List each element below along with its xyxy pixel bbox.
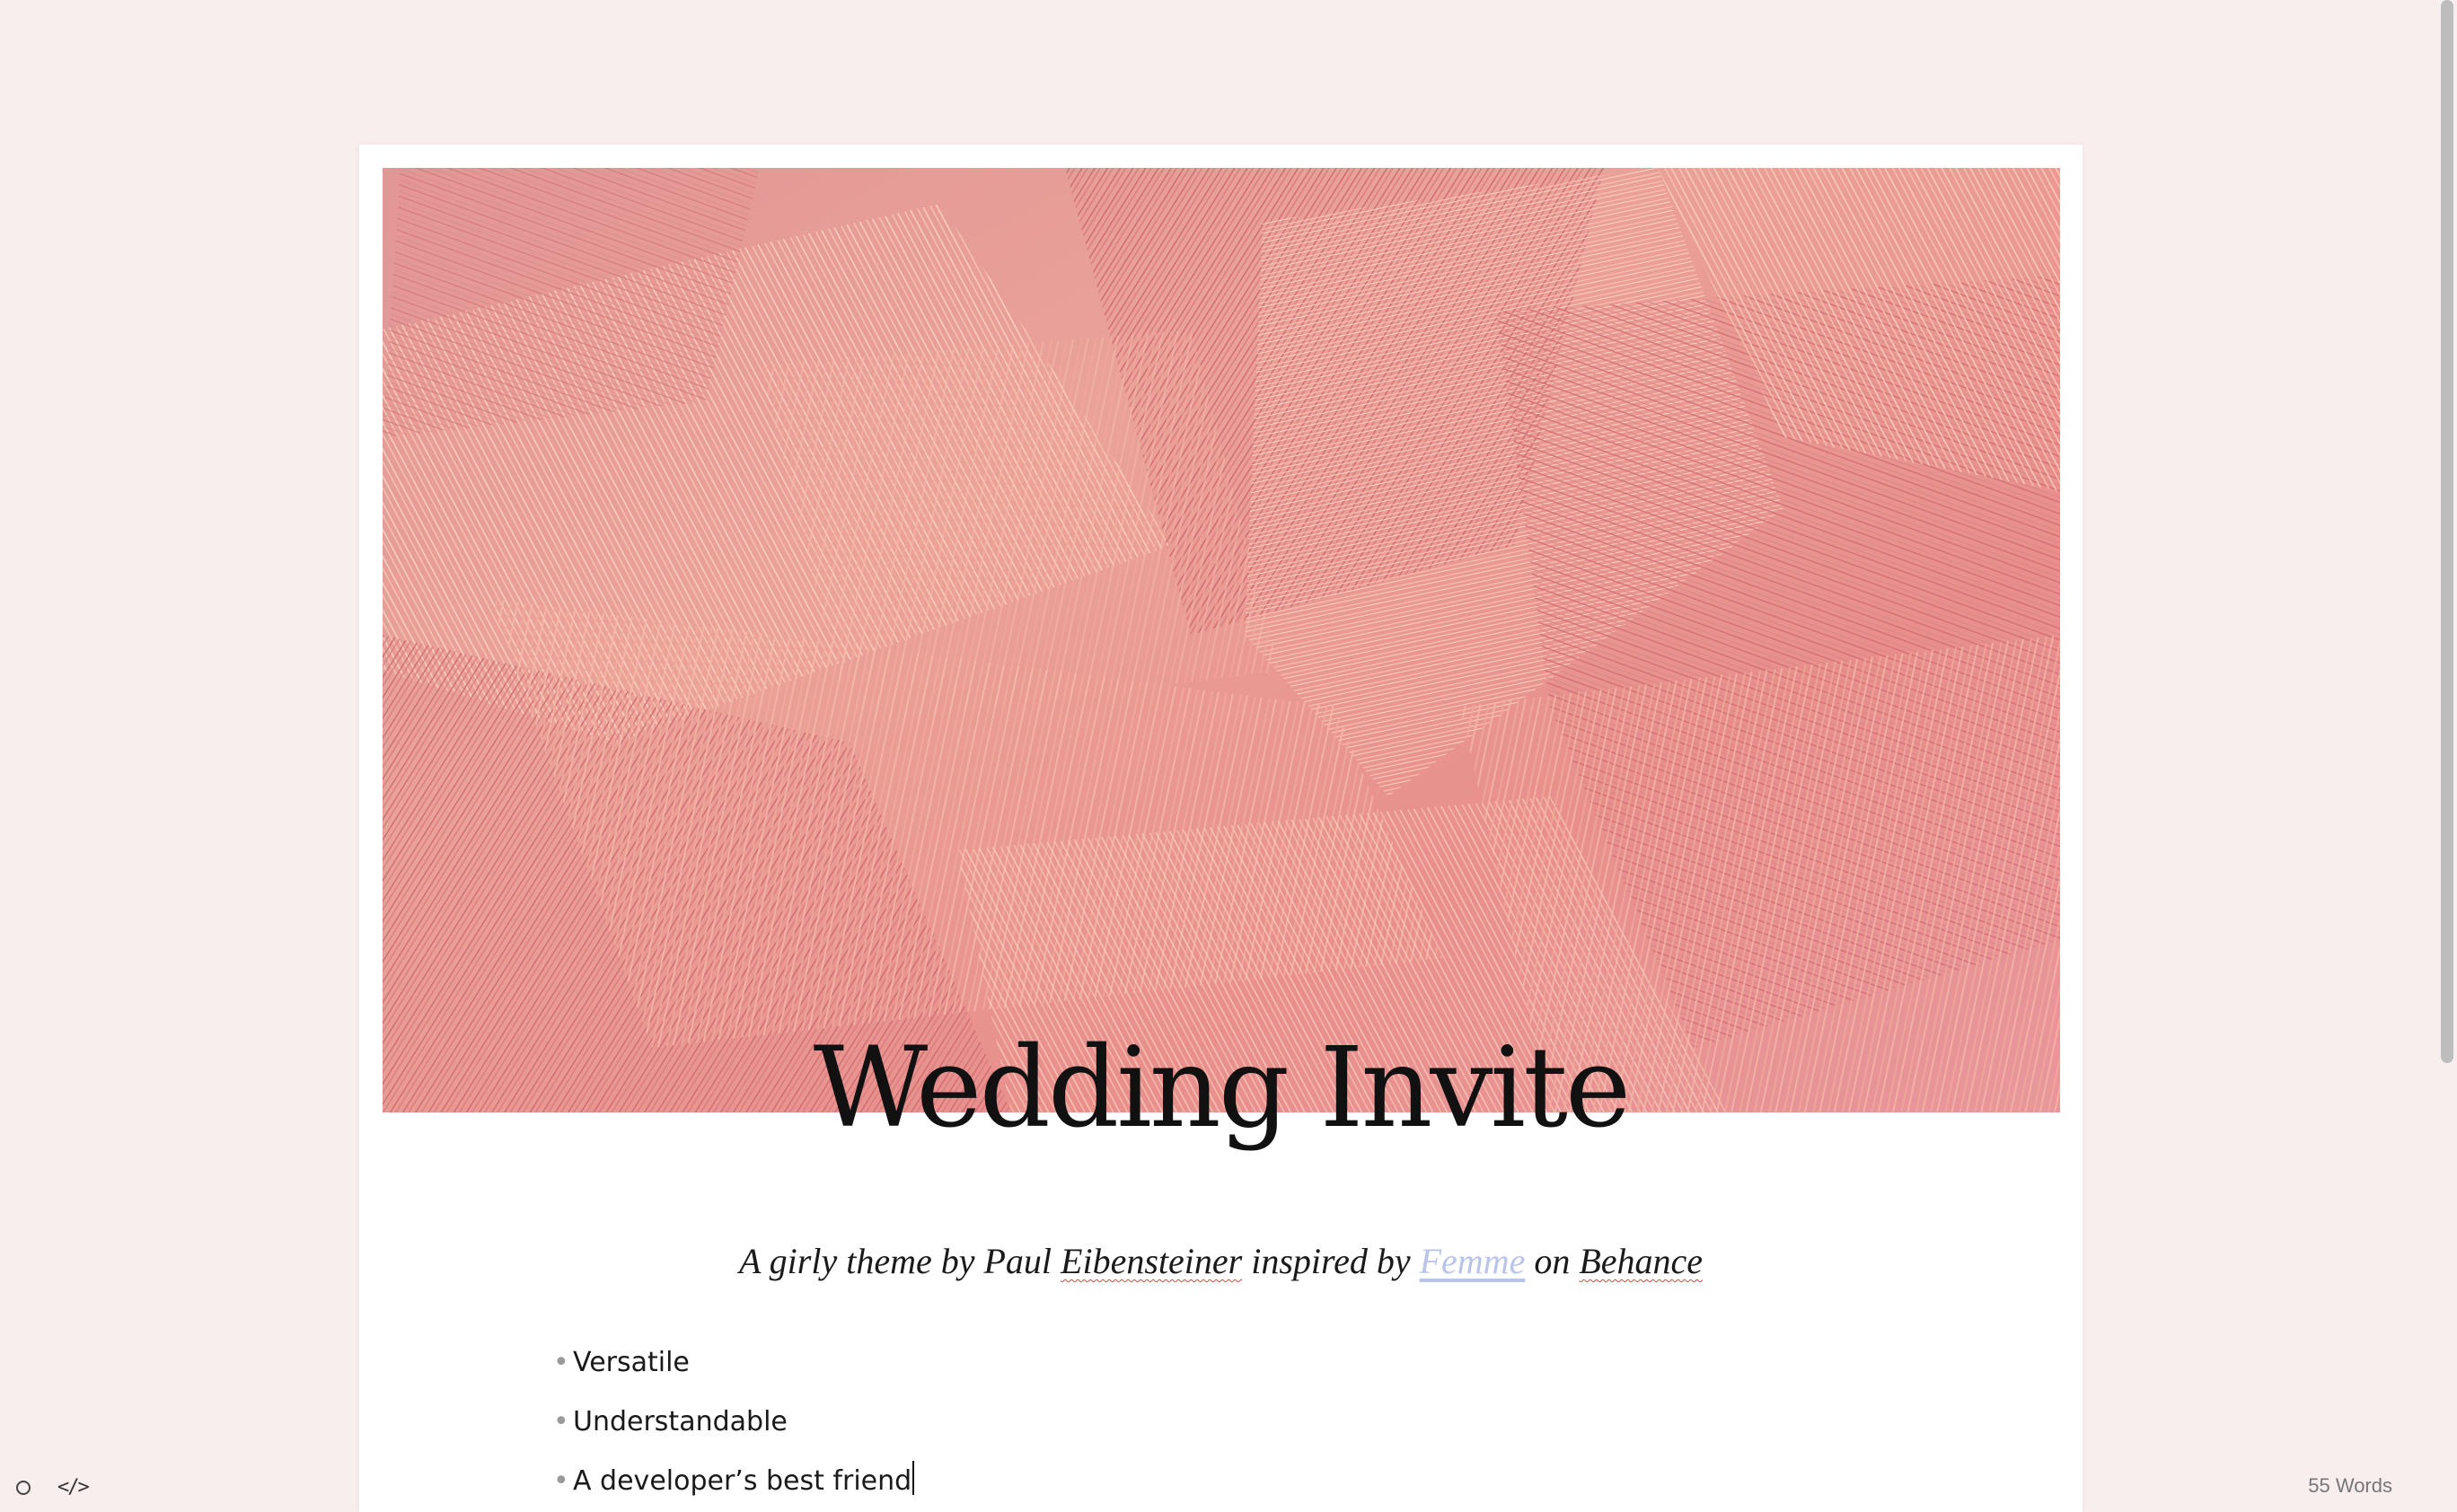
source-code-icon[interactable]: </> [57,1476,90,1499]
list-item-text: Versatile [573,1347,690,1378]
word-count[interactable]: 55 Words [2308,1474,2392,1498]
editor-window: Wedding Invite A girly theme by Paul Eib… [0,0,2457,1512]
list-item[interactable]: • A developer’s best friend [553,1456,915,1512]
bullet-icon: • [553,1347,569,1378]
bullet-icon: • [553,1465,569,1497]
text-cursor [912,1461,915,1495]
author-surname-text: Eibensteiner [1061,1241,1243,1281]
vertical-scrollbar[interactable] [2437,0,2457,1512]
document-title[interactable]: Wedding Invite [359,1033,2083,1144]
scrollbar-thumb[interactable] [2441,0,2453,1063]
status-circle-icon[interactable] [16,1480,31,1495]
behance-text: Behance [1579,1241,1704,1281]
status-bar-left: </> [16,1476,90,1499]
brush-texture-graphic [383,168,2060,1112]
bullet-list: • Versatile • Understandable • A developer’… [553,1338,915,1512]
list-item-text: A developer’s best friend [573,1465,912,1497]
list-item-text: Understandable [573,1406,788,1437]
list-item[interactable]: • Understandable [553,1397,914,1456]
femme-link[interactable]: Femme [1420,1241,1526,1281]
subtitle-connector-text: on [1525,1241,1580,1281]
bullet-icon: • [553,1406,569,1437]
list-item[interactable]: • Versatile [553,1338,914,1397]
document-subtitle[interactable]: A girly theme by Paul Eibensteiner inspi… [359,1240,2083,1282]
hero-image [383,168,2060,1112]
subtitle-prefix-text: A girly theme by Paul [738,1241,1061,1281]
subtitle-middle-text: inspired by [1242,1241,1420,1281]
